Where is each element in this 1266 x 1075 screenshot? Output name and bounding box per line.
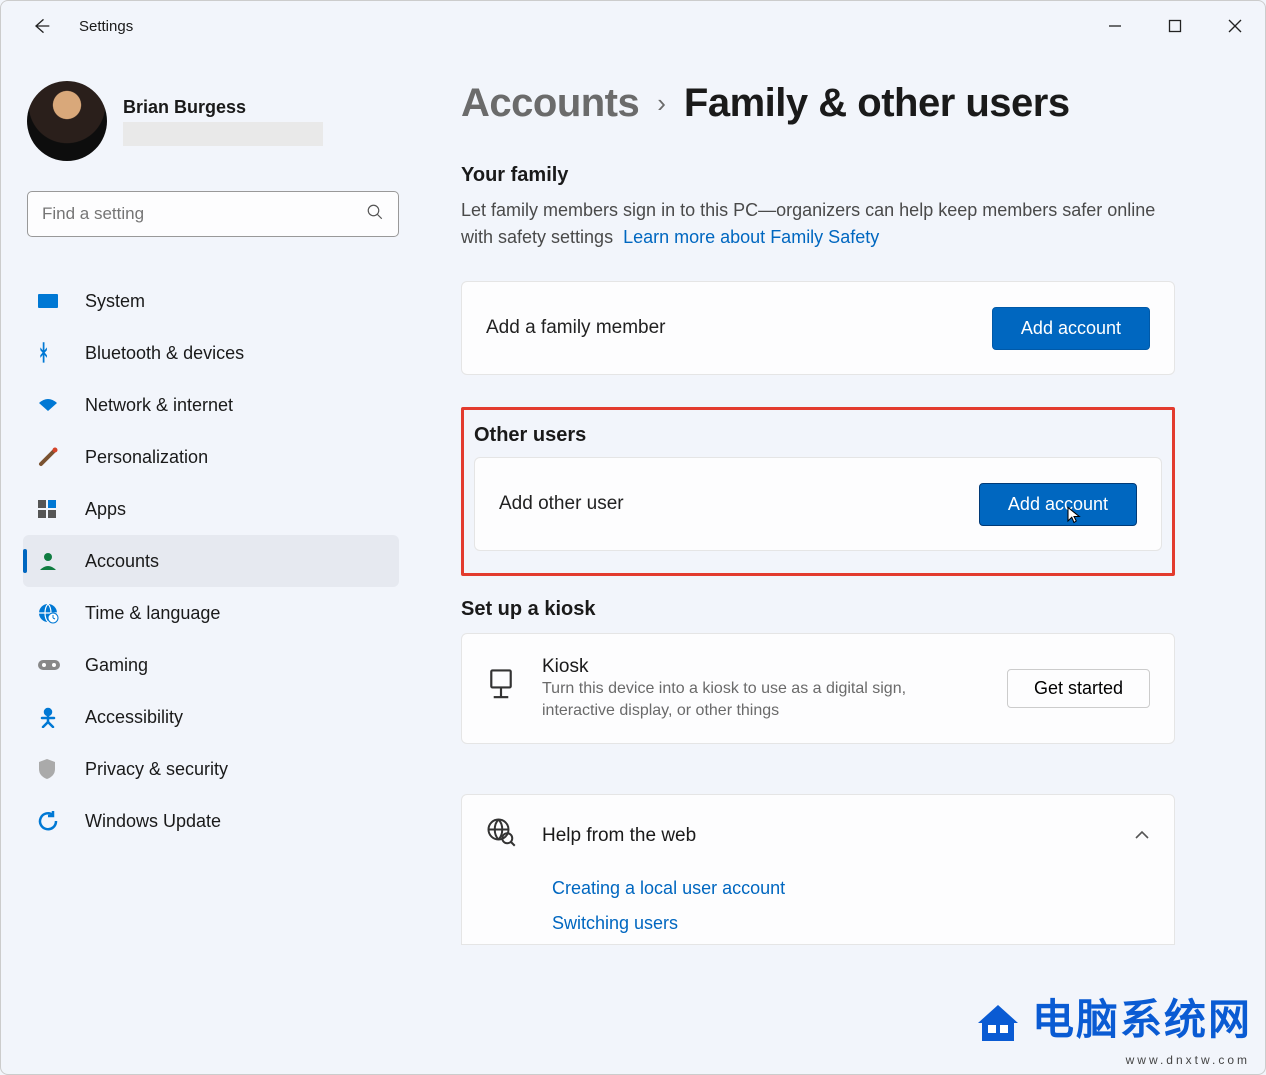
family-safety-link[interactable]: Learn more about Family Safety <box>623 227 879 247</box>
profile[interactable]: Brian Burgess <box>27 81 399 161</box>
bluetooth-devices-icon: ᚼ <box>37 341 67 365</box>
sidebar-item-label: System <box>85 291 145 312</box>
minimize-button[interactable] <box>1085 1 1145 51</box>
sidebar-item-system[interactable]: System <box>23 275 399 327</box>
globe-search-icon <box>486 817 516 854</box>
sidebar-item-label: Personalization <box>85 447 208 468</box>
help-title: Help from the web <box>542 825 696 847</box>
breadcrumb: Accounts › Family & other users <box>461 81 1175 126</box>
sidebar-item-accounts[interactable]: Accounts <box>23 535 399 587</box>
titlebar: Settings <box>1 1 1265 51</box>
apps-icon <box>37 497 67 521</box>
sidebar-item-accessibility[interactable]: Accessibility <box>23 691 399 743</box>
personalization-icon <box>37 445 67 469</box>
help-link-create-local[interactable]: Creating a local user account <box>552 878 1150 899</box>
other-users-title: Other users <box>474 424 1162 447</box>
network-internet-icon <box>37 393 67 417</box>
kiosk-card: Kiosk Turn this device into a kiosk to u… <box>461 633 1175 744</box>
add-family-account-button[interactable]: Add account <box>992 307 1150 350</box>
gaming-icon <box>37 653 67 677</box>
back-button[interactable] <box>21 16 61 36</box>
kiosk-icon <box>486 668 516 709</box>
profile-name: Brian Burgess <box>123 97 323 118</box>
chevron-up-icon[interactable] <box>1134 827 1150 845</box>
sidebar-item-label: Apps <box>85 499 126 520</box>
add-other-user-card: Add other user Add account <box>474 457 1162 551</box>
watermark-url: www.dnxtw.com <box>1126 1053 1250 1067</box>
search-box[interactable] <box>27 191 399 237</box>
help-card[interactable]: Help from the web Creating a local user … <box>461 794 1175 945</box>
search-icon <box>366 203 384 226</box>
sidebar-item-apps[interactable]: Apps <box>23 483 399 535</box>
kiosk-title: Kiosk <box>542 656 942 678</box>
nav-list: System ᚼ Bluetooth & devices Network & inte… <box>23 275 399 847</box>
add-family-label: Add a family member <box>486 317 666 339</box>
add-family-member-card: Add a family member Add account <box>461 281 1175 375</box>
close-button[interactable] <box>1205 1 1265 51</box>
search-input[interactable] <box>42 204 366 224</box>
privacy-security-icon <box>37 757 67 781</box>
other-users-highlight: Other users Add other user Add account <box>461 407 1175 576</box>
sidebar-item-time-language[interactable]: Time & language <box>23 587 399 639</box>
sidebar-item-label: Network & internet <box>85 395 233 416</box>
profile-subtitle <box>123 122 323 146</box>
family-section-title: Your family <box>461 164 1175 187</box>
sidebar-item-label: Accessibility <box>85 707 183 728</box>
sidebar-item-label: Gaming <box>85 655 148 676</box>
sidebar-item-label: Accounts <box>85 551 159 572</box>
sidebar-item-label: Privacy & security <box>85 759 228 780</box>
sidebar-item-windows-update[interactable]: Windows Update <box>23 795 399 847</box>
sidebar-item-gaming[interactable]: Gaming <box>23 639 399 691</box>
main-content: Accounts › Family & other users Your fam… <box>421 51 1265 1074</box>
help-link-switch-users[interactable]: Switching users <box>552 913 1150 934</box>
app-title: Settings <box>79 18 133 35</box>
kiosk-section-title: Set up a kiosk <box>461 598 1175 621</box>
avatar <box>27 81 107 161</box>
accounts-icon <box>37 549 67 573</box>
sidebar: Brian Burgess System ᚼ Bluetooth & devices… <box>1 51 421 1074</box>
system-icon <box>37 289 67 313</box>
breadcrumb-current: Family & other users <box>684 81 1070 126</box>
maximize-button[interactable] <box>1145 1 1205 51</box>
time-language-icon <box>37 601 67 625</box>
sidebar-item-label: Time & language <box>85 603 220 624</box>
chevron-right-icon: › <box>657 88 666 119</box>
sidebar-item-privacy-security[interactable]: Privacy & security <box>23 743 399 795</box>
sidebar-item-label: Bluetooth & devices <box>85 343 244 364</box>
sidebar-item-bluetooth-devices[interactable]: ᚼ Bluetooth & devices <box>23 327 399 379</box>
kiosk-desc: Turn this device into a kiosk to use as … <box>542 678 942 721</box>
kiosk-get-started-button[interactable]: Get started <box>1007 669 1150 708</box>
sidebar-item-network-internet[interactable]: Network & internet <box>23 379 399 431</box>
family-section-desc: Let family members sign in to this PC—or… <box>461 197 1175 251</box>
sidebar-item-label: Windows Update <box>85 811 221 832</box>
add-other-account-button[interactable]: Add account <box>979 483 1137 526</box>
windows-update-icon <box>37 809 67 833</box>
accessibility-icon <box>37 705 67 729</box>
sidebar-item-personalization[interactable]: Personalization <box>23 431 399 483</box>
add-other-user-label: Add other user <box>499 493 624 515</box>
breadcrumb-parent[interactable]: Accounts <box>461 81 639 126</box>
